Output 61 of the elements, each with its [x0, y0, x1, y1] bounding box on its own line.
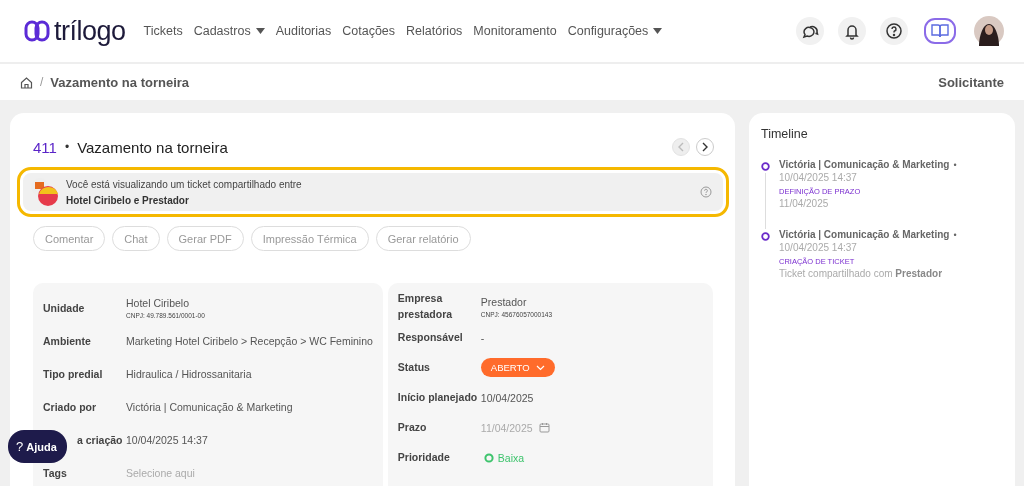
chevron-left-icon: [677, 142, 685, 152]
help-icon[interactable]: [880, 17, 908, 45]
chevron-down-icon: [535, 364, 545, 371]
field-label: Tags: [43, 466, 68, 479]
help-button[interactable]: ? Ajuda: [8, 430, 67, 463]
timeline-dot: [761, 232, 770, 241]
notice-parties: Hotel Ciribelo e Prestador: [66, 194, 190, 206]
caret-icon: [255, 28, 265, 34]
book-icon[interactable]: [924, 18, 956, 44]
field-label: Unidade: [43, 301, 86, 314]
field-label: Empresa prestadora: [397, 291, 454, 322]
field-value: 10/04/2025 14:37: [126, 433, 208, 446]
role-label: Solicitante: [938, 74, 1004, 90]
entry-author: Victória | Comunicação & Marketing: [779, 159, 950, 170]
nav-link[interactable]: Auditorias: [275, 24, 332, 38]
field-value: Hidraulica / Hidrossanitaria: [126, 367, 252, 380]
chevron-right-icon: [701, 142, 709, 152]
ticket-number: 411: [33, 138, 57, 156]
field-value: Prestador: [480, 295, 528, 308]
ticket-title: Vazamento na torneira: [77, 138, 228, 156]
notice-text: Você está visualizando um ticket compartilhado entre: [66, 178, 303, 190]
entry-author: Victória | Comunicação & Marketing: [779, 229, 950, 240]
field-label: a criação: [77, 433, 124, 446]
field-value: 10/04/2025: [480, 391, 534, 404]
field-label: Status: [397, 359, 431, 375]
logo-text: trílogo: [54, 15, 126, 47]
timeline-title: Timeline: [761, 127, 809, 141]
entry-time: 10/04/2025 14:37: [779, 172, 858, 183]
separator: •: [953, 229, 957, 240]
separator: •: [953, 159, 957, 170]
field-value: -: [480, 331, 485, 344]
caret-icon: [653, 28, 663, 34]
breadcrumb-current: Vazamento na torneira: [50, 74, 190, 90]
entry-time: 10/04/2025 14:37: [779, 242, 858, 253]
breadcrumb-separator: /: [40, 75, 44, 89]
nav-link[interactable]: Tickets: [143, 24, 183, 38]
field-label: Tipo predial: [43, 367, 104, 380]
entry-detail: Ticket compartilhado com Prestador: [779, 268, 944, 279]
timeline-dot: [761, 162, 770, 171]
chat-icon[interactable]: [796, 17, 824, 45]
field-label: Criado por: [43, 400, 98, 413]
nav-link[interactable]: Configurações: [567, 24, 663, 38]
priority-value: Baixa: [483, 451, 525, 464]
nav-link[interactable]: Cadastros: [193, 24, 265, 38]
nav-link[interactable]: Cotações: [342, 24, 396, 38]
field-label: Ambiente: [43, 334, 92, 347]
entry-detail: 11/04/2025: [779, 198, 830, 209]
field-label: Responsável: [397, 329, 464, 345]
field-label: Prazo: [397, 419, 428, 435]
home-icon[interactable]: [20, 75, 33, 89]
bell-icon[interactable]: [838, 17, 866, 45]
field-value: Hotel Ciribelo: [126, 296, 191, 309]
nav-link[interactable]: Relatórios: [406, 24, 463, 38]
field-label: Início planejado: [397, 389, 479, 405]
separator: •: [64, 140, 70, 154]
nav-link[interactable]: Monitoramento: [473, 24, 557, 38]
field-label: Prioridade: [397, 449, 451, 465]
avatar[interactable]: [974, 16, 1004, 46]
field-value: Victória | Comunicação & Marketing: [126, 400, 293, 413]
field-value: Marketing Hotel Ciribelo > Recepção > WC Feminino: [126, 334, 373, 347]
logo-icon: [24, 20, 50, 42]
